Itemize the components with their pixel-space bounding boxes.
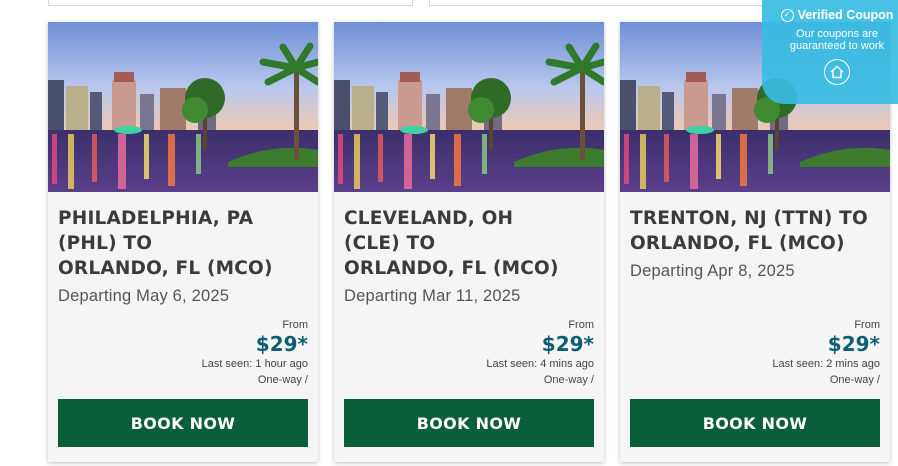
search-field-left[interactable]: [48, 0, 413, 6]
orlando-skyline-photo: [334, 22, 604, 192]
departing-date: Departing Mar 11, 2025: [344, 287, 521, 305]
from-label: From: [854, 319, 880, 331]
deal-card: CLEVELAND, OH (CLE) TO ORLANDO, FL (MCO)…: [334, 22, 604, 462]
route-title: PHILADELPHIA, PA (PHL) TO ORLANDO, FL (M…: [58, 208, 273, 279]
verified-coupon-badge[interactable]: ✓ Verified Coupon Our coupons are guaran…: [762, 0, 898, 104]
verified-subtitle: Our coupons are guaranteed to work: [789, 28, 885, 52]
price-block: From $29* Last seen: 1 hour ago One-way …: [202, 318, 308, 388]
last-seen: Last seen: 2 mins ago: [772, 358, 880, 370]
price: $29*: [827, 332, 880, 356]
price: $29*: [541, 332, 594, 356]
trip-type: One-way /: [829, 374, 880, 386]
departing-date: Departing May 6, 2025: [58, 287, 230, 305]
route-title: TRENTON, NJ (TTN) TO ORLANDO, FL (MCO): [630, 208, 868, 254]
orlando-skyline-photo: [48, 22, 318, 192]
book-now-button[interactable]: BOOK NOW: [58, 399, 308, 447]
house-icon: [824, 59, 850, 85]
from-label: From: [282, 319, 308, 331]
last-seen: Last seen: 1 hour ago: [201, 358, 308, 370]
price-block: From $29* Last seen: 4 mins ago One-way …: [486, 318, 594, 388]
route-title: CLEVELAND, OH (CLE) TO ORLANDO, FL (MCO): [344, 208, 559, 279]
price: $29*: [255, 332, 308, 356]
book-now-button[interactable]: BOOK NOW: [344, 399, 594, 447]
book-now-button[interactable]: BOOK NOW: [630, 399, 880, 447]
departing-date: Departing Apr 8, 2025: [630, 262, 795, 280]
trip-type: One-way /: [543, 374, 594, 386]
last-seen: Last seen: 4 mins ago: [486, 358, 594, 370]
verified-title: Verified Coupon: [797, 8, 894, 22]
price-block: From $29* Last seen: 2 mins ago One-way …: [772, 318, 880, 388]
deal-card: PHILADELPHIA, PA (PHL) TO ORLANDO, FL (M…: [48, 22, 318, 462]
verified-title-row: ✓ Verified Coupon: [762, 8, 898, 22]
trip-type: One-way /: [257, 374, 308, 386]
check-circle-icon: ✓: [780, 8, 794, 22]
from-label: From: [568, 319, 594, 331]
